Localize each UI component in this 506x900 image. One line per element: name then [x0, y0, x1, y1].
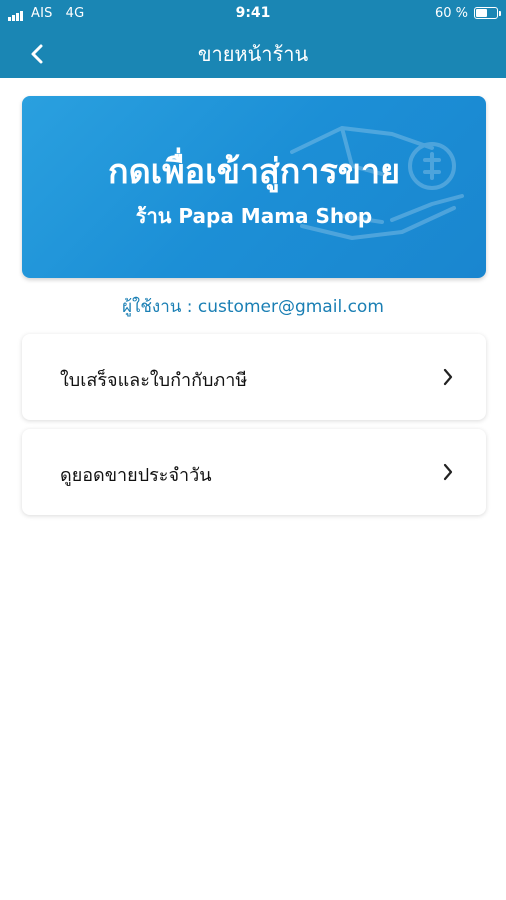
- chevron-right-icon: [443, 463, 453, 481]
- menu-item-label: ใบเสร็จและใบกำกับภาษี: [60, 370, 248, 391]
- menu-item-label: ดูยอดขายประจำวัน: [60, 465, 212, 486]
- receipts-tax-invoices-button[interactable]: ใบเสร็จและใบกำกับภาษี: [22, 334, 486, 420]
- logged-in-user: ผู้ใช้งาน : customer@gmail.com: [122, 297, 384, 317]
- back-button[interactable]: [20, 36, 56, 72]
- status-bar: AIS 4G 9:41 60 %: [0, 0, 506, 28]
- start-selling-banner[interactable]: กดเพื่อเข้าสู่การขาย ร้าน Papa Mama Shop: [22, 96, 486, 278]
- chevron-left-icon: [31, 44, 43, 64]
- banner-title: กดเพื่อเข้าสู่การขาย: [107, 152, 401, 192]
- chevron-right-icon: [443, 368, 453, 386]
- daily-sales-button[interactable]: ดูยอดขายประจำวัน: [22, 429, 486, 515]
- clock: 9:41: [235, 5, 271, 21]
- page-title: ขายหน้าร้าน: [197, 42, 309, 66]
- shop-name: ร้าน Papa Mama Shop: [135, 204, 373, 228]
- battery-level: [476, 9, 487, 17]
- battery-percent: 60 %: [434, 6, 468, 21]
- navigation-bar: ขายหน้าร้าน: [0, 28, 506, 78]
- app-header: AIS 4G 9:41 60 % ขายหน้าร้าน: [0, 0, 506, 78]
- battery-icon: [474, 7, 501, 19]
